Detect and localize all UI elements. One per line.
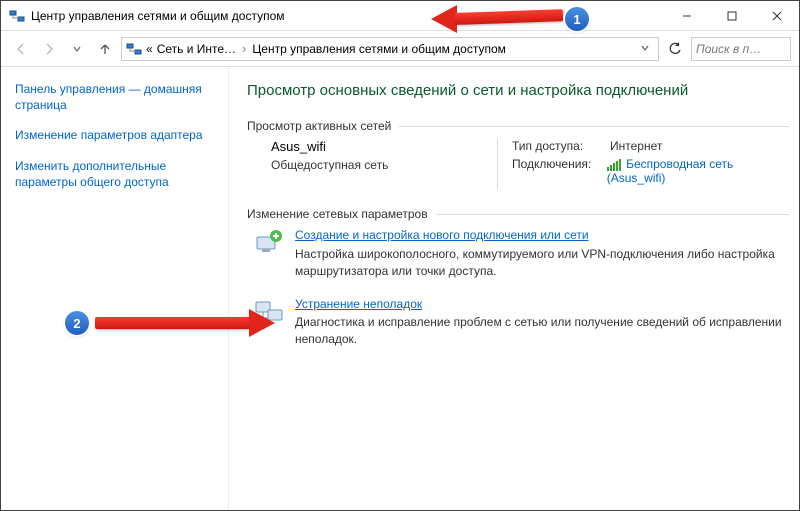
sidebar-link-adapter-settings[interactable]: Изменение параметров адаптера [15, 127, 214, 143]
address-bar[interactable]: « Сеть и Инте… Центр управления сетями и… [121, 37, 659, 61]
section-active-networks: Просмотр активных сетей Asus_wifi Общедо… [247, 119, 789, 189]
troubleshoot-desc: Диагностика и исправление проблем с сеть… [295, 314, 789, 348]
setup-new-connection-desc: Настройка широкополосного, коммутируемог… [295, 246, 789, 280]
connection-link[interactable]: Беспроводная сеть (Asus_wifi) [607, 157, 734, 185]
titlebar: Центр управления сетями и общим доступом [1, 1, 799, 31]
search-input[interactable]: Поиск в п… [691, 37, 791, 61]
setup-new-connection-item[interactable]: Создание и настройка нового подключения … [247, 227, 789, 279]
section-change-settings: Изменение сетевых параметров Создание и … [247, 207, 789, 348]
nav-up-button[interactable] [93, 37, 117, 61]
main-panel: Просмотр основных сведений о сети и наст… [229, 67, 799, 510]
chevron-right-icon[interactable] [240, 41, 248, 56]
toolbar: « Сеть и Инте… Центр управления сетями и… [1, 31, 799, 67]
address-dropdown[interactable] [636, 42, 654, 56]
section-legend: Изменение сетевых параметров [247, 207, 428, 221]
troubleshoot-item[interactable]: Устранение неполадок Диагностика и испра… [247, 296, 789, 348]
breadcrumb-part[interactable]: Сеть и Инте… [157, 42, 236, 56]
sidebar-link-home[interactable]: Панель управления — домашняя страница [15, 81, 214, 113]
nav-recent-dropdown[interactable] [65, 37, 89, 61]
section-legend: Просмотр активных сетей [247, 119, 391, 133]
nav-forward-button[interactable] [37, 37, 61, 61]
breadcrumb-prefix: « [146, 42, 153, 56]
nav-back-button[interactable] [9, 37, 33, 61]
search-placeholder: Поиск в п… [696, 42, 761, 56]
annotation-badge-1: 1 [565, 7, 589, 31]
active-network-row: Asus_wifi Общедоступная сеть Тип доступа… [247, 139, 789, 189]
refresh-button[interactable] [663, 37, 687, 61]
connections-label: Подключения: [512, 157, 607, 185]
network-center-icon [9, 8, 25, 24]
sidebar: Панель управления — домашняя страница Из… [1, 67, 229, 510]
wifi-signal-icon [607, 159, 621, 171]
troubleshoot-link[interactable]: Устранение неполадок [295, 297, 422, 311]
maximize-button[interactable] [709, 1, 754, 31]
network-identity: Asus_wifi Общедоступная сеть [247, 139, 477, 189]
access-type-label: Тип доступа: [512, 139, 610, 153]
setup-new-connection-link[interactable]: Создание и настройка нового подключения … [295, 228, 589, 242]
add-connection-icon [253, 227, 285, 259]
page-heading: Просмотр основных сведений о сети и наст… [247, 81, 789, 101]
network-center-icon [126, 41, 142, 57]
window-controls [664, 1, 799, 30]
content-body: Панель управления — домашняя страница Из… [1, 67, 799, 510]
network-name: Asus_wifi [271, 139, 477, 154]
close-button[interactable] [754, 1, 799, 31]
network-details: Тип доступа: Интернет Подключения: Беспр… [497, 139, 789, 189]
access-type-value: Интернет [610, 139, 662, 153]
minimize-button[interactable] [664, 1, 709, 31]
sidebar-link-advanced-sharing[interactable]: Изменить дополнительные параметры общего… [15, 158, 214, 190]
breadcrumb-part[interactable]: Центр управления сетями и общим доступом [252, 42, 506, 56]
network-type: Общедоступная сеть [271, 158, 477, 172]
annotation-badge-2: 2 [65, 311, 89, 335]
window-frame: Центр управления сетями и общим доступом… [0, 0, 800, 511]
